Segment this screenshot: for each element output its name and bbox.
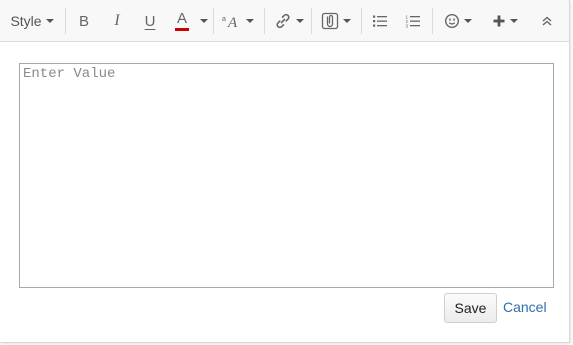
paperclip-icon xyxy=(321,12,339,30)
font-size-icon: a A xyxy=(222,15,238,29)
toolbar-divider xyxy=(264,8,265,34)
style-dropdown[interactable]: Style xyxy=(6,7,58,35)
chevron-down-icon xyxy=(200,19,208,23)
save-button[interactable]: Save xyxy=(444,293,497,323)
chevron-down-icon xyxy=(45,19,54,23)
link-button[interactable] xyxy=(271,7,307,35)
value-textarea[interactable] xyxy=(19,63,554,288)
font-color-dropdown[interactable] xyxy=(197,7,211,35)
emoji-button[interactable] xyxy=(440,7,476,35)
font-color-letter: A xyxy=(176,10,187,27)
toolbar-divider xyxy=(65,8,66,34)
font-color-button[interactable]: A xyxy=(170,7,194,35)
italic-icon: I xyxy=(114,12,120,29)
numbered-list-icon: 1 2 3 xyxy=(406,15,420,29)
bold-icon: B xyxy=(78,12,89,30)
svg-text:a: a xyxy=(222,16,226,23)
style-dropdown-label: Style xyxy=(10,13,42,29)
plus-icon xyxy=(493,15,505,27)
italic-button[interactable]: I xyxy=(105,7,129,35)
toolbar-divider xyxy=(361,8,362,34)
font-color-icon: A xyxy=(175,11,189,31)
chevron-down-icon xyxy=(246,19,254,23)
cancel-link[interactable]: Cancel xyxy=(503,299,547,315)
chevron-down-icon xyxy=(296,19,304,23)
chevron-down-icon xyxy=(343,19,351,23)
underline-button[interactable]: U xyxy=(138,7,162,35)
link-icon xyxy=(276,13,290,29)
attachment-button[interactable] xyxy=(318,7,354,35)
toolbar-divider xyxy=(432,8,433,34)
rich-text-editor: Style B I U A a A 1 2 3 Enter Value Save… xyxy=(0,0,570,343)
smiley-icon xyxy=(444,13,460,29)
chevron-down-icon xyxy=(510,19,518,23)
editor-toolbar: Style B I U A a A 1 2 3 xyxy=(0,0,569,42)
collapse-toolbar-button[interactable] xyxy=(535,7,559,35)
double-chevron-up-icon xyxy=(542,16,552,26)
svg-text:A: A xyxy=(227,15,238,29)
numbered-list-button[interactable]: 1 2 3 xyxy=(401,7,425,35)
insert-button[interactable] xyxy=(488,7,522,35)
underline-icon: U xyxy=(144,12,156,30)
chevron-down-icon xyxy=(464,19,472,23)
toolbar-divider xyxy=(213,8,214,34)
bold-button[interactable]: B xyxy=(72,7,96,35)
toolbar-divider xyxy=(311,8,312,34)
bullet-list-icon xyxy=(373,15,387,27)
font-color-swatch xyxy=(175,28,189,31)
bullet-list-button[interactable] xyxy=(368,7,392,35)
svg-text:3: 3 xyxy=(406,24,409,29)
font-size-button[interactable]: a A xyxy=(219,7,257,35)
